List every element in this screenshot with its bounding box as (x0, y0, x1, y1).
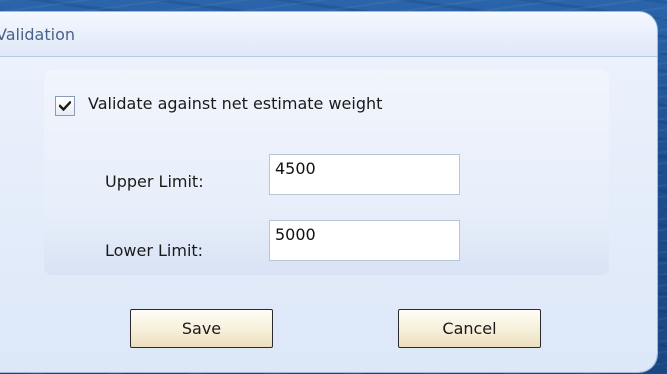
dialog-titlebar[interactable]: Validation (0, 12, 657, 57)
checkmark-icon (59, 101, 71, 111)
validation-dialog: Validation Validate against net estimate… (0, 12, 657, 372)
validation-panel: Validate against net estimate weight Upp… (44, 70, 609, 275)
upper-limit-label: Upper Limit: (105, 172, 204, 191)
dialog-title: Validation (0, 25, 76, 44)
validate-checkbox-label[interactable]: Validate against net estimate weight (88, 94, 382, 113)
save-button[interactable]: Save (130, 309, 273, 348)
validate-checkbox[interactable] (55, 96, 75, 116)
lower-limit-label: Lower Limit: (105, 241, 204, 260)
upper-limit-input[interactable] (269, 154, 460, 195)
cancel-button[interactable]: Cancel (398, 309, 541, 348)
lower-limit-input[interactable] (269, 220, 460, 261)
